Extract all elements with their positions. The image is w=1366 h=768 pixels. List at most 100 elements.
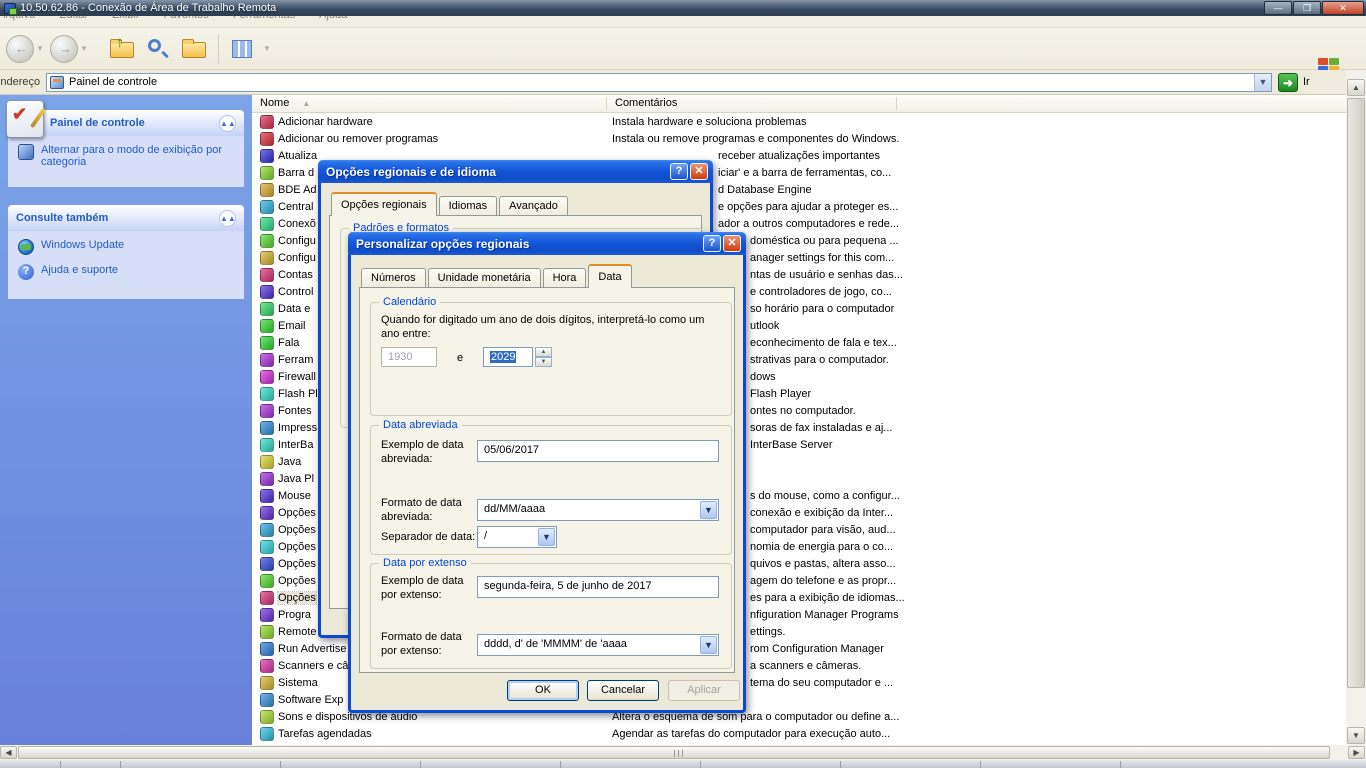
sort-ascending-icon: ▲	[302, 99, 310, 108]
date-separator-select[interactable]: / ▼	[477, 526, 557, 548]
menu-bar: Arquivo Editar Exibir Favoritos Ferramentas A…	[0, 16, 1366, 28]
sidebar-panel2-header: Consulte também ▲▲	[8, 205, 244, 231]
apply-button[interactable]: Aplicar	[668, 680, 740, 701]
go-button[interactable]: ➜	[1278, 73, 1298, 92]
scroll-down-icon[interactable]: ▼	[1347, 727, 1365, 744]
menu-item-ferramentas[interactable]: Ferramentas	[229, 16, 299, 21]
menu-item-favoritos[interactable]: Favoritos	[160, 16, 213, 21]
tab-unidade-monetária[interactable]: Unidade monetária	[428, 268, 541, 288]
dialog2-close-button[interactable]: ✕	[723, 235, 741, 252]
dialog1-help-button[interactable]: ?	[670, 163, 688, 180]
item-name: Software Exp	[278, 694, 343, 706]
windows-update-icon	[18, 239, 34, 255]
views-button[interactable]	[228, 34, 258, 64]
collapse-chevron-icon[interactable]: ▲▲	[219, 210, 236, 227]
menu-item-editar[interactable]: Editar	[55, 16, 92, 21]
stepper-up-icon[interactable]: ▲	[535, 347, 552, 357]
switch-view-icon	[18, 144, 34, 160]
tab-data[interactable]: Data	[588, 264, 631, 288]
stepper-down-icon[interactable]: ▼	[535, 357, 552, 367]
sidebar-item-help-support[interactable]: ? Ajuda e suporte	[18, 264, 236, 280]
views-dropdown-icon[interactable]: ▼	[263, 44, 273, 53]
list-item[interactable]: Tarefas agendadasAgendar as tarefas do c…	[252, 725, 1346, 742]
chevron-down-icon[interactable]: ▼	[700, 636, 717, 654]
close-button[interactable]: ✕	[1322, 1, 1364, 15]
tab-opções-regionais[interactable]: Opções regionais	[331, 192, 437, 216]
accessibility-options-icon	[260, 523, 274, 537]
menu-item-arquivo[interactable]: Arquivo	[0, 16, 39, 21]
collapse-chevron-icon[interactable]: ▲▲	[219, 115, 236, 132]
menu-item-ajuda[interactable]: Ajuda	[315, 16, 351, 21]
short-date-format-select[interactable]: dd/MM/aaaa ▼	[477, 499, 719, 521]
restore-button[interactable]: ❐	[1293, 1, 1321, 15]
up-arrow-icon: ↑	[116, 34, 124, 51]
cancel-button[interactable]: Cancelar	[587, 680, 659, 701]
item-name: Scanners e câ	[278, 660, 348, 672]
item-name: Opções	[278, 558, 316, 570]
dialog2-titlebar[interactable]: Personalizar opções regionais ? ✕	[348, 232, 746, 255]
item-name: Central	[278, 201, 313, 213]
list-item[interactable]: Adicionar hardwareInstala hardware e sol…	[252, 113, 1346, 130]
date-separator-label: Separador de data:	[381, 530, 475, 544]
sidebar-panel1-title: Painel de controle	[50, 117, 145, 129]
dialog1-titlebar[interactable]: Opções regionais e de idioma ? ✕	[318, 160, 713, 183]
year-to-stepper[interactable]: ▲ ▼	[535, 347, 552, 367]
folders-button[interactable]	[179, 34, 209, 64]
chevron-down-icon[interactable]: ▼	[538, 528, 555, 546]
horizontal-scrollbar[interactable]: ◀ ▶	[0, 745, 1366, 760]
address-label: Endereço	[0, 76, 46, 88]
folders-icon	[182, 42, 206, 58]
item-name: InterBa	[278, 439, 313, 451]
dialog1-close-button[interactable]: ✕	[690, 163, 708, 180]
sidebar-item-switch-category-view[interactable]: Alternar para o modo de exibição por cat…	[18, 144, 236, 168]
rdp-window-titlebar: 10.50.62.86 - Conexão de Área de Trabalh…	[0, 0, 1366, 16]
sidebar-item-windows-update[interactable]: Windows Update	[18, 239, 236, 255]
item-name: Opções	[278, 507, 316, 519]
tab-avançado[interactable]: Avançado	[499, 196, 568, 216]
menu-item-exibir[interactable]: Exibir	[108, 16, 144, 21]
column-header-name[interactable]: Nome ▲	[252, 95, 607, 112]
horizontal-scroll-thumb[interactable]	[18, 746, 1330, 759]
item-name: Flash Pl	[278, 388, 318, 400]
list-item[interactable]: Adicionar ou remover programasInstala ou…	[252, 130, 1346, 147]
security-center-icon	[260, 200, 274, 214]
ok-button[interactable]: OK	[507, 680, 579, 701]
year-to-field[interactable]: 2029	[483, 347, 533, 367]
scroll-right-icon[interactable]: ▶	[1348, 746, 1365, 759]
control-panel-applet-icon	[6, 100, 44, 138]
power-options-icon	[260, 540, 274, 554]
tab-números[interactable]: Números	[361, 268, 426, 288]
calendar-group-label: Calendário	[379, 296, 440, 308]
item-name: Progra	[278, 609, 311, 621]
address-input[interactable]: Painel de controle ▼	[46, 73, 1272, 92]
help-icon: ?	[18, 264, 34, 280]
minimize-button[interactable]: —	[1264, 1, 1292, 15]
vertical-scrollbar[interactable]: ▲ ▼	[1346, 70, 1366, 745]
tab-idiomas[interactable]: Idiomas	[439, 196, 498, 216]
column-header-comments[interactable]: Comentários	[607, 95, 897, 112]
vertical-scroll-thumb[interactable]	[1347, 98, 1365, 688]
item-name: Atualiza	[278, 150, 317, 162]
address-dropdown-icon[interactable]: ▼	[1254, 74, 1271, 91]
scroll-up-icon[interactable]: ▲	[1347, 79, 1365, 96]
search-button[interactable]	[143, 34, 173, 64]
item-name: Adicionar ou remover programas	[278, 133, 438, 145]
column-comments-label: Comentários	[615, 97, 677, 109]
forward-dropdown-icon[interactable]: ▼	[80, 44, 90, 53]
forward-button[interactable]: →	[50, 35, 78, 63]
add-hardware-icon	[260, 115, 274, 129]
and-label: e	[457, 351, 463, 365]
chevron-down-icon[interactable]: ▼	[700, 501, 717, 519]
scroll-left-icon[interactable]: ◀	[0, 746, 17, 759]
dialog2-help-button[interactable]: ?	[703, 235, 721, 252]
item-name: Firewall	[278, 371, 316, 383]
long-date-format-select[interactable]: dddd, d' de 'MMMM' de 'aaaa ▼	[477, 634, 719, 656]
back-button[interactable]: ←	[6, 35, 34, 63]
back-dropdown-icon[interactable]: ▼	[36, 44, 46, 53]
item-comment: Instala hardware e soluciona problemas	[612, 116, 806, 128]
host-taskbar[interactable]	[0, 760, 1366, 768]
item-name: Control	[278, 286, 313, 298]
tab-hora[interactable]: Hora	[543, 268, 587, 288]
up-button[interactable]: ↑	[107, 34, 137, 64]
system-icon	[260, 676, 274, 690]
